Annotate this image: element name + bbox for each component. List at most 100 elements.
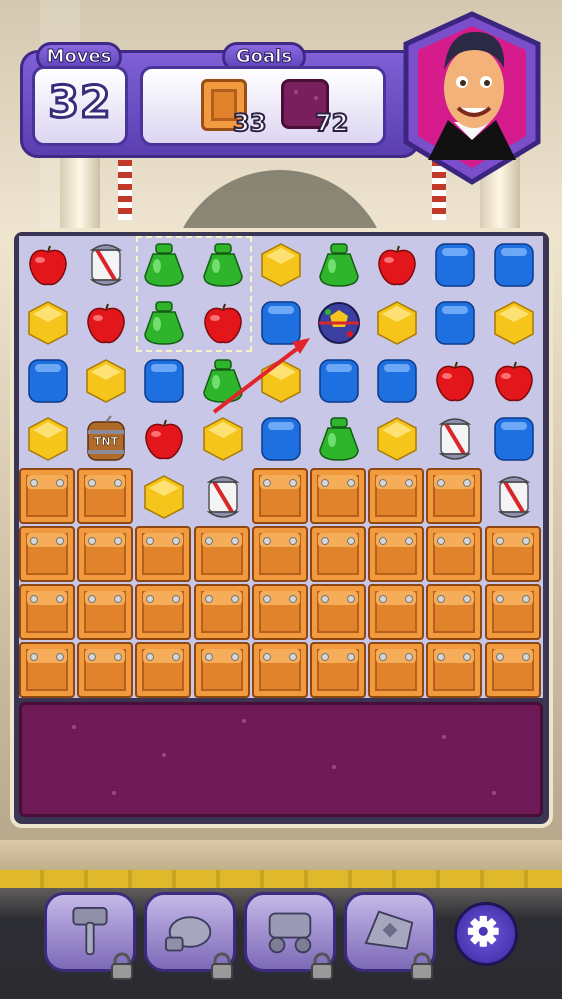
board-cell[interactable] [426, 410, 484, 468]
board-cell[interactable] [368, 410, 426, 468]
board-cell[interactable] [484, 642, 543, 700]
board-cell[interactable] [77, 468, 135, 526]
board-cell[interactable] [19, 294, 77, 352]
bubble [332, 765, 336, 769]
board-cell[interactable] [426, 642, 484, 700]
character-portrait[interactable] [398, 10, 546, 186]
board-cell[interactable] [252, 410, 310, 468]
blue-cube-piece-icon [319, 359, 359, 403]
settings-button[interactable] [454, 902, 518, 966]
yellow-hex-piece-icon [377, 417, 417, 461]
crate-rivet [347, 479, 355, 487]
portrait-pupil [460, 80, 466, 86]
board-cell[interactable] [251, 584, 310, 642]
board-cell[interactable] [485, 468, 543, 526]
board-cell[interactable] [77, 236, 135, 294]
board-cell[interactable] [135, 468, 193, 526]
crate-block-icon [193, 584, 250, 640]
board-cell[interactable] [310, 584, 368, 642]
crate-rivet [495, 595, 504, 603]
board-cell[interactable] [485, 410, 543, 468]
board-cell[interactable] [19, 584, 77, 642]
board-cell[interactable] [485, 236, 543, 294]
board-cell[interactable] [193, 526, 252, 584]
rocket-booster-icon [497, 476, 530, 518]
board-cell[interactable] [252, 352, 310, 410]
flag-icon [118, 160, 132, 220]
board-cell[interactable] [368, 526, 426, 584]
booster-hammer-button[interactable] [44, 892, 136, 980]
board-cell[interactable] [485, 352, 543, 410]
board-cell[interactable] [77, 584, 135, 642]
board-cell[interactable] [426, 468, 484, 526]
board-cell[interactable] [252, 236, 310, 294]
board-cell[interactable] [193, 584, 252, 642]
board-cell[interactable] [310, 468, 368, 526]
lock-icon [211, 952, 233, 980]
board-cell[interactable]: TNT [77, 410, 135, 468]
board-cell[interactable] [251, 468, 310, 526]
board-cell[interactable] [194, 468, 252, 526]
crate-rivet [495, 653, 504, 661]
crate-block-icon [19, 526, 75, 582]
board-cell[interactable] [310, 410, 368, 468]
board-cell[interactable] [135, 352, 193, 410]
booster-jester-button[interactable] [344, 892, 436, 980]
board-cell[interactable] [368, 236, 426, 294]
board-cell[interactable] [368, 584, 426, 642]
board-cell[interactable] [368, 352, 426, 410]
board-cell[interactable] [135, 410, 193, 468]
crate-block-icon [77, 642, 134, 698]
booster-glove-button[interactable] [144, 892, 236, 980]
crate-rivet [204, 653, 213, 661]
board-cell[interactable] [19, 352, 77, 410]
board-cell[interactable] [252, 294, 310, 352]
board-cell[interactable] [135, 642, 193, 700]
bubble [294, 90, 298, 94]
crate-block-icon [251, 584, 308, 640]
crate-block-icon [426, 642, 483, 698]
booster-cannon-button[interactable] [244, 892, 336, 980]
board-cell[interactable] [77, 526, 135, 584]
building-column [60, 150, 100, 240]
board-cell[interactable] [310, 236, 368, 294]
board-cell[interactable] [426, 294, 484, 352]
board-cell[interactable] [251, 526, 310, 584]
crate-block-icon [310, 526, 366, 582]
board-cell[interactable] [135, 526, 193, 584]
crate-block-icon [135, 526, 192, 582]
board-cell[interactable] [485, 294, 543, 352]
board-cell[interactable] [19, 236, 77, 294]
goal-count-crate: 33 [232, 108, 267, 138]
apple-piece-icon [436, 361, 475, 402]
board-cell[interactable] [77, 294, 135, 352]
board-cell[interactable] [310, 642, 368, 700]
board-cell[interactable] [194, 352, 252, 410]
bubble [242, 719, 246, 723]
crate-block-icon [368, 584, 425, 640]
board-cell[interactable] [368, 468, 426, 526]
yellow-hex-piece-icon [261, 243, 301, 287]
board-cell[interactable] [135, 584, 193, 642]
board-cell[interactable] [310, 526, 368, 584]
board-cell[interactable] [310, 352, 368, 410]
board-cell[interactable] [19, 410, 77, 468]
board-cell[interactable] [251, 642, 310, 700]
board-cell[interactable] [484, 584, 543, 642]
board-cell[interactable] [426, 584, 484, 642]
board-cell[interactable] [484, 526, 543, 584]
board-cell[interactable] [368, 294, 426, 352]
board-cell[interactable] [426, 526, 484, 584]
board-cell[interactable] [426, 352, 484, 410]
board-cell[interactable] [77, 642, 135, 700]
board-cell[interactable] [194, 410, 252, 468]
board-cell[interactable] [426, 236, 484, 294]
board-cell[interactable] [77, 352, 135, 410]
board-cell[interactable] [310, 294, 368, 352]
board-cell[interactable] [19, 468, 77, 526]
board-cell[interactable] [19, 642, 77, 700]
board-cell[interactable] [19, 526, 77, 584]
board-cell[interactable] [193, 642, 252, 700]
green-pot-piece-icon [202, 359, 243, 403]
board-cell[interactable] [368, 642, 426, 700]
